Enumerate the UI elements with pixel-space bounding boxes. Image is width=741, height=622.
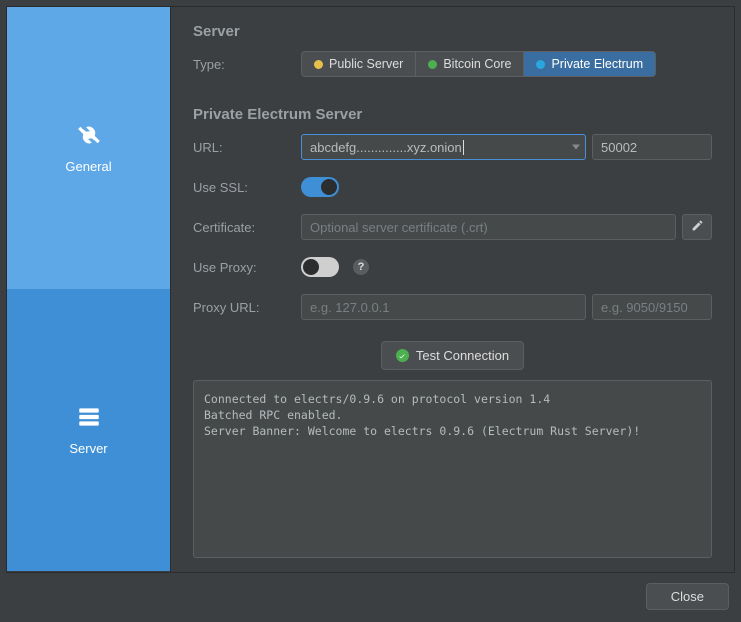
sidebar: General Server (7, 7, 171, 572)
content-pane: Server Type: Public Server Bitcoin Core (171, 7, 734, 572)
proxy-host-input[interactable] (301, 294, 586, 320)
url-value: abcdefg..............xyz.onion (310, 140, 462, 155)
proxy-url-row: Proxy URL: (193, 293, 712, 321)
server-type-segmented: Public Server Bitcoin Core Private Elect… (301, 51, 656, 77)
url-combobox[interactable]: abcdefg..............xyz.onion (301, 134, 586, 160)
dot-icon (428, 60, 437, 69)
url-input[interactable]: abcdefg..............xyz.onion (301, 134, 586, 160)
proxy-label: Use Proxy: (193, 260, 301, 275)
segment-label: Private Electrum (551, 57, 643, 71)
sidebar-item-label: Server (69, 441, 107, 456)
sidebar-item-server[interactable]: Server (7, 289, 170, 571)
settings-dialog: General Server Server Type: Public Serve… (0, 0, 741, 622)
proxy-url-label: Proxy URL: (193, 300, 301, 315)
type-row: Type: Public Server Bitcoin Core (193, 50, 712, 78)
server-section-title: Server (193, 23, 712, 40)
use-proxy-toggle[interactable] (301, 257, 339, 277)
close-label: Close (671, 589, 704, 604)
sidebar-item-general[interactable]: General (7, 7, 170, 289)
private-section-title: Private Electrum Server (193, 106, 712, 123)
edit-icon (691, 219, 704, 235)
type-bitcoin-core[interactable]: Bitcoin Core (416, 52, 524, 76)
dialog-body: General Server Server Type: Public Serve… (6, 6, 735, 573)
help-icon[interactable]: ? (353, 259, 369, 275)
proxy-port-input[interactable] (592, 294, 712, 320)
segment-label: Public Server (329, 57, 403, 71)
text-cursor (463, 140, 464, 155)
tools-icon (76, 122, 102, 151)
certificate-label: Certificate: (193, 220, 301, 235)
type-public-server[interactable]: Public Server (302, 52, 416, 76)
close-button[interactable]: Close (646, 583, 729, 610)
test-connection-label: Test Connection (416, 348, 509, 363)
proxy-row: Use Proxy: ? (193, 253, 712, 281)
edit-certificate-button[interactable] (682, 214, 712, 240)
type-private-electrum[interactable]: Private Electrum (524, 52, 655, 76)
dot-icon (536, 60, 545, 69)
ssl-row: Use SSL: (193, 173, 712, 201)
test-connection-button[interactable]: Test Connection (381, 341, 524, 370)
use-ssl-toggle[interactable] (301, 177, 339, 197)
url-label: URL: (193, 140, 301, 155)
server-icon (76, 404, 102, 433)
check-circle-icon (396, 349, 409, 362)
segment-label: Bitcoin Core (443, 57, 511, 71)
port-input[interactable] (592, 134, 712, 160)
ssl-label: Use SSL: (193, 180, 301, 195)
dot-icon (314, 60, 323, 69)
sidebar-item-label: General (65, 159, 111, 174)
certificate-row: Certificate: (193, 213, 712, 241)
type-label: Type: (193, 57, 301, 72)
certificate-input[interactable] (301, 214, 676, 240)
connection-log[interactable]: Connected to electrs/0.9.6 on protocol v… (193, 380, 712, 558)
url-row: URL: abcdefg..............xyz.onion (193, 133, 712, 161)
dialog-footer: Close (0, 573, 741, 622)
